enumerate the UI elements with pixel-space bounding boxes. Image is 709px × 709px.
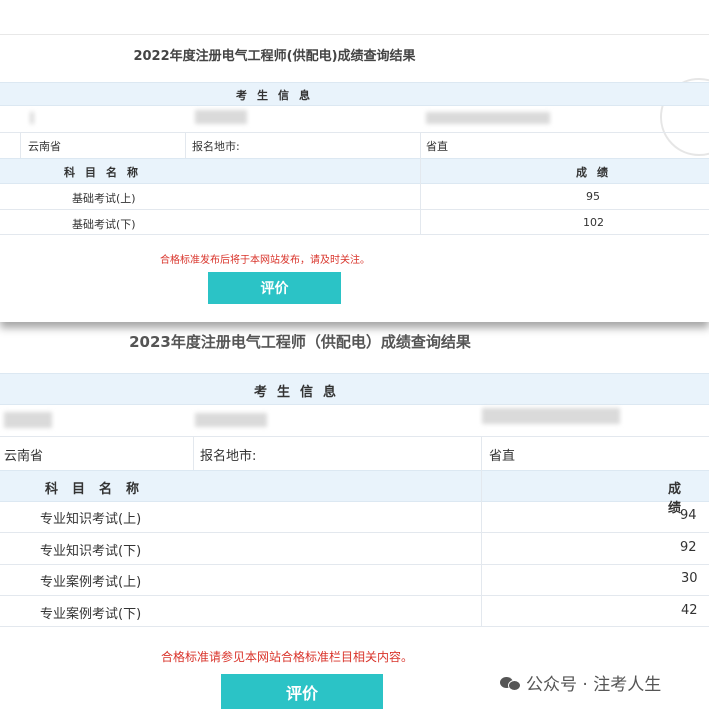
city-label: 报名地市:: [200, 449, 257, 464]
score-cell: 92: [680, 540, 697, 555]
divider: [0, 532, 709, 533]
score-cell: 102: [583, 216, 604, 229]
redacted-field: [426, 112, 550, 124]
divider: [0, 595, 709, 596]
subject-cell: 基础考试(下): [72, 218, 136, 231]
divider: [481, 470, 482, 626]
redacted-field: [30, 112, 34, 124]
province-value: 云南省: [4, 449, 44, 464]
divider: [0, 234, 709, 235]
watermark: 公众号 · 注考人生: [500, 670, 661, 695]
divider: [193, 436, 194, 470]
city-value: 省直: [426, 140, 448, 153]
city-label: 报名地市:: [192, 140, 240, 153]
divider: [0, 564, 709, 565]
examinee-info-header: 考生信息: [0, 82, 709, 106]
province-value: 云南省: [28, 140, 61, 153]
subject-cell: 专业知识考试(下): [40, 544, 142, 559]
divider: [481, 436, 482, 470]
subject-cell: 专业知识考试(上): [40, 512, 142, 527]
divider: [185, 132, 186, 158]
score-cell: 94: [680, 508, 697, 523]
watermark-text: 公众号 · 注考人生: [526, 675, 662, 695]
divider: [420, 158, 421, 234]
result-card-2022: 2022年度注册电气工程师(供配电)成绩查询结果 考生信息 云南省 报名地市: …: [0, 0, 709, 322]
divider: [0, 626, 709, 627]
subject-header: 科目名称: [64, 166, 148, 179]
city-value: 省直: [489, 449, 516, 464]
top-divider: [0, 0, 709, 35]
score-cell: 42: [681, 603, 698, 618]
page-title-2023: 2023年度注册电气工程师（供配电）成绩查询结果: [129, 333, 471, 351]
score-cell: 95: [586, 190, 600, 203]
divider: [0, 209, 709, 210]
wechat-icon: [500, 675, 521, 691]
divider: [420, 132, 421, 158]
redacted-field: [482, 408, 620, 424]
redacted-field: [4, 412, 52, 428]
examinee-info-label: 考生信息: [254, 385, 347, 400]
examinee-info-label: 考生信息: [236, 89, 320, 102]
notice-text: 合格标准发布后将于本网站发布，请及时关注。: [160, 255, 370, 266]
redacted-field: [195, 110, 247, 124]
notice-text: 合格标准请参见本网站合格标准栏目相关内容。: [161, 650, 414, 664]
subject-header-row: 科目名称 成绩: [0, 470, 709, 516]
subject-cell: 专业案例考试(上): [40, 575, 142, 590]
evaluate-button[interactable]: 评价: [208, 272, 341, 304]
score-header: 成绩: [576, 166, 618, 179]
subject-cell: 专业案例考试(下): [40, 607, 142, 622]
subject-header: 科目名称: [45, 482, 154, 497]
divider: [0, 436, 709, 437]
divider: [20, 132, 21, 158]
score-cell: 30: [681, 571, 698, 586]
redacted-field: [195, 413, 267, 427]
subject-cell: 基础考试(上): [72, 192, 136, 205]
subject-header-row: 科目名称 成绩: [0, 158, 709, 184]
examinee-info-header: 考生信息: [0, 373, 709, 405]
divider: [0, 132, 709, 133]
evaluate-button[interactable]: 评价: [221, 674, 383, 709]
page-title-2022: 2022年度注册电气工程师(供配电)成绩查询结果: [133, 49, 416, 64]
